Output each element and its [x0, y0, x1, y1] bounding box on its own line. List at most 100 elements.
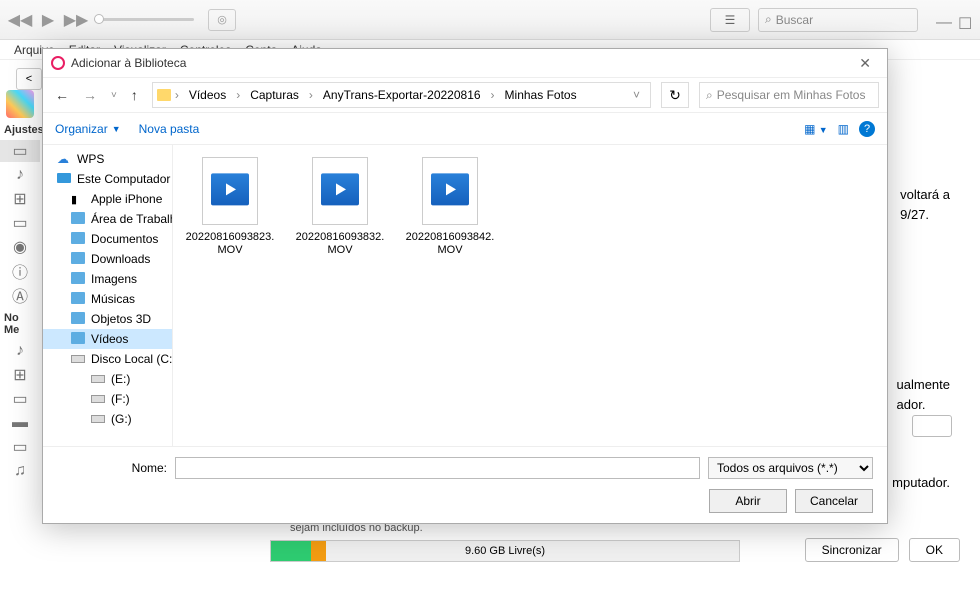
itunes-search-input[interactable]: ⌕ Buscar — [758, 8, 918, 32]
nav-recent-button[interactable]: ˅ — [107, 88, 121, 103]
tree-item-este-computador[interactable]: Este Computador — [43, 169, 172, 189]
search-placeholder: Buscar — [776, 13, 813, 27]
file-name: 20220816093842.MOV — [405, 231, 495, 257]
file-list: 20220816093823.MOV 20220816093832.MOV 2022… — [173, 145, 887, 446]
tree-item-documentos[interactable]: Documentos — [43, 229, 172, 249]
tree-item-apple-iphone[interactable]: ▮Apple iPhone — [43, 189, 172, 209]
breadcrumb-item-1[interactable]: Capturas — [244, 86, 305, 104]
download-icon — [71, 252, 85, 266]
breadcrumb-item-0[interactable]: Vídeos — [183, 86, 232, 104]
filetype-select[interactable]: Todos os arquivos (*.*) — [708, 457, 873, 479]
sync-text-4: ador. — [897, 395, 950, 415]
chevron-right-icon: › — [309, 88, 313, 102]
sync-text-1: voltará a — [900, 185, 950, 205]
sidebar-dev-music[interactable]: ♪ — [0, 340, 40, 362]
tree-item-imagens[interactable]: Imagens — [43, 269, 172, 289]
tree-item-objetos-3d[interactable]: Objetos 3D — [43, 309, 172, 329]
sidebar-music[interactable]: ♪ — [0, 164, 40, 186]
itunes-app-icon — [51, 56, 65, 70]
tree-item--f-[interactable]: (F:) — [43, 389, 172, 409]
organize-button[interactable]: Organizar ▼ — [55, 122, 121, 136]
prev-button[interactable]: ◀◀ — [10, 10, 30, 30]
dialog-title: Adicionar à Biblioteca — [71, 56, 186, 70]
preview-pane-button[interactable]: ▥ — [838, 122, 849, 136]
open-button[interactable]: Abrir — [709, 489, 787, 513]
ok-button[interactable]: OK — [909, 538, 960, 562]
itunes-sidebar: Ajustes ▭ ♪ ⊞ ▭ ◉ ⓘ Ⓐ No Me ♪ ⊞ ▭ ▬ ▭ ♫ — [0, 60, 40, 590]
tree-item-disco-local-c-[interactable]: Disco Local (C:) — [43, 349, 172, 369]
folder-tree: ☁WPSEste Computador▮Apple iPhoneÁrea de … — [43, 145, 173, 446]
storage-free-label: 9.60 GB Livre(s) — [465, 545, 545, 557]
tree-item--e-[interactable]: (E:) — [43, 369, 172, 389]
refresh-button[interactable]: ↻ — [661, 82, 689, 108]
partial-button[interactable] — [912, 415, 952, 437]
doc-icon — [71, 232, 85, 246]
tree-item--g-[interactable]: (G:) — [43, 409, 172, 429]
chevron-right-icon: › — [236, 88, 240, 102]
help-button[interactable]: ? — [859, 121, 875, 137]
desktop-icon — [71, 212, 85, 226]
tree-item-downloads[interactable]: Downloads — [43, 249, 172, 269]
image-icon — [71, 272, 85, 286]
tree-item--rea-de-trabalho[interactable]: Área de Trabalho — [43, 209, 172, 229]
drive-icon — [91, 412, 105, 426]
sidebar-info[interactable]: ⓘ — [0, 260, 40, 282]
sidebar-dev-books[interactable]: ▬ — [0, 412, 40, 434]
video-file-icon — [305, 157, 375, 227]
cancel-button[interactable]: Cancelar — [795, 489, 873, 513]
breadcrumb-item-3[interactable]: Minhas Fotos — [499, 86, 583, 104]
device-thumbnail[interactable] — [6, 90, 34, 118]
dialog-toolbar: Organizar ▼ Nova pasta ▦ ▼ ▥ ? — [43, 113, 887, 145]
sidebar-dev-audiobooks[interactable]: ▭ — [0, 436, 40, 458]
nav-forward-button[interactable]: → — [79, 85, 101, 105]
next-button[interactable]: ▶▶ — [66, 10, 86, 30]
sync-button[interactable]: Sincronizar — [805, 538, 899, 562]
breadcrumb-item-2[interactable]: AnyTrans-Exportar-20220816 — [317, 86, 487, 104]
chevron-right-icon: › — [491, 88, 495, 102]
view-mode-button[interactable]: ▦ ▼ — [804, 122, 828, 136]
sidebar-photos[interactable]: ◉ — [0, 236, 40, 258]
airplay-icon: ◎ — [217, 13, 227, 26]
file-item[interactable]: 20220816093832.MOV — [295, 157, 385, 257]
sidebar-dev-tv[interactable]: ▭ — [0, 388, 40, 410]
tree-item-m-sicas[interactable]: Músicas — [43, 289, 172, 309]
sidebar-dev-tones[interactable]: ♫ — [0, 460, 40, 482]
chevron-down-icon: ▼ — [112, 124, 121, 134]
minimize-button[interactable]: — — [936, 14, 948, 26]
new-folder-button[interactable]: Nova pasta — [139, 122, 200, 136]
nav-back-button[interactable]: ← — [51, 85, 73, 105]
sidebar-summary[interactable]: ▭ — [0, 140, 40, 162]
dialog-close-button[interactable]: ✕ — [851, 53, 879, 74]
maximize-button[interactable]: ☐ — [958, 14, 970, 26]
list-view-button[interactable]: ☰ — [710, 8, 750, 32]
play-button[interactable]: ▶ — [38, 10, 58, 30]
sidebar-dev-movies[interactable]: ⊞ — [0, 364, 40, 386]
dialog-footer: Nome: Todos os arquivos (*.*) Abrir Canc… — [43, 446, 887, 523]
drive-icon — [71, 352, 85, 366]
sidebar-apps[interactable]: Ⓐ — [0, 284, 40, 306]
file-item[interactable]: 20220816093823.MOV — [185, 157, 275, 257]
breadcrumb-dropdown[interactable]: ˅ — [627, 88, 646, 102]
filename-input[interactable] — [175, 457, 700, 479]
nav-up-button[interactable]: ↑ — [127, 85, 142, 105]
file-open-dialog: Adicionar à Biblioteca ✕ ← → ˅ ↑ › Vídeo… — [42, 48, 888, 524]
sync-text-3: ualmente — [897, 375, 950, 395]
dialog-search-input[interactable]: ⌕ Pesquisar em Minhas Fotos — [699, 82, 879, 108]
phone-icon: ▮ — [71, 192, 85, 206]
file-item[interactable]: 20220816093842.MOV — [405, 157, 495, 257]
itunes-back-button[interactable]: < — [16, 68, 42, 90]
file-name: 20220816093823.MOV — [185, 231, 275, 257]
tree-item-wps[interactable]: ☁WPS — [43, 149, 172, 169]
tree-item-v-deos[interactable]: Vídeos — [43, 329, 172, 349]
sidebar-tv[interactable]: ▭ — [0, 212, 40, 234]
airplay-button[interactable]: ◎ — [208, 9, 236, 31]
video-file-icon — [415, 157, 485, 227]
storage-segment-2 — [311, 541, 326, 561]
breadcrumb[interactable]: › Vídeos › Capturas › AnyTrans-Exportar-… — [152, 82, 651, 108]
sidebar-movies[interactable]: ⊞ — [0, 188, 40, 210]
volume-slider[interactable] — [94, 18, 194, 21]
storage-bar: 9.60 GB Livre(s) — [270, 540, 740, 562]
sync-text-2: 9/27. — [900, 205, 950, 225]
search-icon: ⌕ — [706, 88, 713, 103]
drive-icon — [91, 372, 105, 386]
